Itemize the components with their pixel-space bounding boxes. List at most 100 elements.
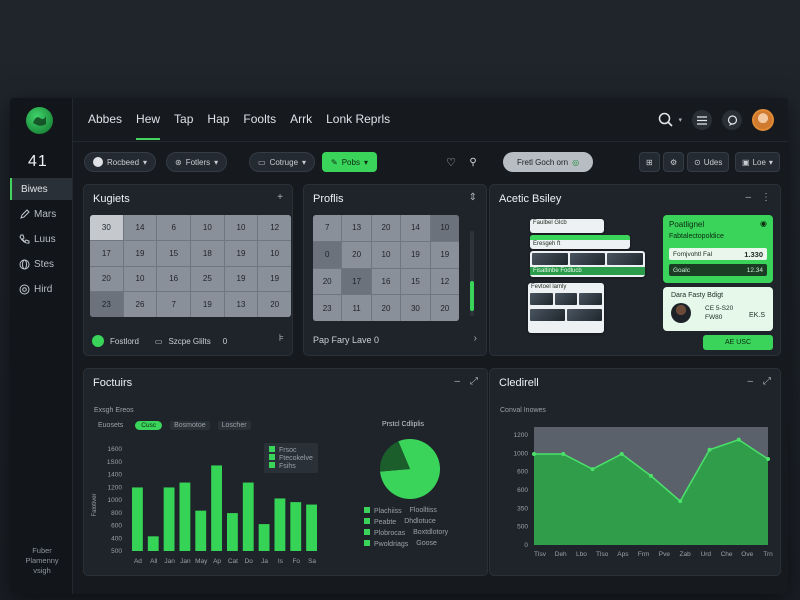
grid-cell[interactable]: 23 xyxy=(90,292,123,317)
profile-card[interactable]: Dara Fasty Bdigt CE 5-S20 FW80 EK.S xyxy=(663,287,773,331)
grid-cell[interactable]: 30 xyxy=(401,295,430,321)
grid-cell[interactable]: 19 xyxy=(401,241,430,268)
settings-icon[interactable]: ◉ xyxy=(760,219,767,228)
minimize-icon[interactable]: – xyxy=(745,192,751,203)
scrollbar[interactable] xyxy=(470,231,474,316)
grid-cell[interactable]: 10 xyxy=(430,215,459,241)
minimize-icon[interactable]: – xyxy=(747,376,753,387)
change-pill[interactable]: ▭ Cotruge ▾ xyxy=(249,152,316,172)
pobs-button[interactable]: ✎ Pobs ▾ xyxy=(322,152,377,172)
grid-cell[interactable]: 7 xyxy=(313,215,342,241)
expand-icon[interactable]: ⤢ xyxy=(763,376,771,387)
grid-cell[interactable]: 20 xyxy=(371,215,401,241)
mini-window[interactable]: Eresgeh ft xyxy=(530,235,630,249)
grid-cell[interactable]: 6 xyxy=(157,215,190,240)
grid-cell[interactable]: 15 xyxy=(157,240,190,266)
grid-cell[interactable]: 7 xyxy=(157,292,190,317)
grid-cell[interactable]: 13 xyxy=(224,292,258,317)
chat-button[interactable] xyxy=(722,110,742,130)
filter-chip[interactable]: Bosmotoe xyxy=(170,421,210,430)
list-button[interactable]: ⊙ Udes xyxy=(687,152,730,172)
expand-icon[interactable]: ⊧ xyxy=(279,333,284,344)
nav-link-lonk-reprls[interactable]: Lonk Reprls xyxy=(326,112,390,126)
grid-cell[interactable]: 10 xyxy=(123,266,157,292)
grid-cell[interactable]: 20 xyxy=(258,292,291,317)
search-pill[interactable]: Fretl Goch orn ◎ xyxy=(503,152,593,172)
grid-cell[interactable]: 10 xyxy=(258,240,291,266)
grid-cell[interactable]: 12 xyxy=(258,215,291,240)
grid-cell[interactable]: 20 xyxy=(371,295,401,321)
sidebar-item-mars[interactable]: Mars xyxy=(10,203,73,225)
grid-cell[interactable]: 10 xyxy=(224,215,258,240)
add-button[interactable]: AE USC xyxy=(703,335,773,350)
filter-chip[interactable]: Loscher xyxy=(217,421,251,430)
filter-chip[interactable]: Euosets xyxy=(94,421,127,430)
grid-cell[interactable]: 17 xyxy=(342,268,371,295)
filter-pill[interactable]: ⊛ Fotlers ▾ xyxy=(166,152,228,172)
scrollbar-thumb[interactable] xyxy=(470,281,474,311)
grid-cell[interactable]: 19 xyxy=(224,266,258,292)
sidebar-item-hird[interactable]: Hird xyxy=(10,278,73,300)
user-button[interactable]: ⚲ xyxy=(463,152,483,172)
nav-link-tap[interactable]: Tap xyxy=(174,112,193,126)
grid-cell[interactable]: 19 xyxy=(191,292,224,317)
grid-cell[interactable]: 20 xyxy=(430,295,459,321)
grid-cell[interactable]: 14 xyxy=(401,215,430,241)
nav-link-foolts[interactable]: Foolts xyxy=(243,112,276,126)
avatar[interactable] xyxy=(752,109,774,131)
add-icon[interactable]: + xyxy=(277,192,283,203)
view-button[interactable]: ▣ Loe ▾ xyxy=(735,152,780,172)
grid-cell[interactable]: 19 xyxy=(224,240,258,266)
grid-cell[interactable]: 16 xyxy=(371,268,401,295)
sort-icon[interactable]: ⇕ xyxy=(469,192,477,203)
grid-cell[interactable]: 14 xyxy=(123,215,157,240)
grid-cell[interactable]: 13 xyxy=(342,215,371,241)
grid-cell[interactable]: 0 xyxy=(313,241,342,268)
grid-button[interactable]: ⊞ xyxy=(639,152,660,172)
sidebar-item-biwes[interactable]: Biwes xyxy=(10,178,72,200)
chevron-down-icon[interactable]: ▾ xyxy=(678,116,682,124)
grid-cell[interactable]: 17 xyxy=(90,240,123,266)
sidebar-item-luus[interactable]: Luus xyxy=(10,228,73,250)
search-button[interactable] xyxy=(656,110,676,130)
grid-cell[interactable]: 10 xyxy=(191,215,224,240)
grid-cell[interactable]: 10 xyxy=(371,241,401,268)
settings-button[interactable]: ⚙ xyxy=(663,152,685,172)
grid-cell[interactable]: 19 xyxy=(123,240,157,266)
user-pill[interactable]: Rocbeed ▾ xyxy=(84,152,157,172)
chevron-right-icon[interactable]: › xyxy=(474,333,477,344)
grid-cell[interactable]: 19 xyxy=(258,266,291,292)
mini-window[interactable]: Fevtoel lamly xyxy=(528,283,604,333)
toggle-icon[interactable] xyxy=(92,335,104,347)
more-icon[interactable]: ⋮ xyxy=(761,192,771,203)
bar xyxy=(179,482,191,551)
grid-cell[interactable]: 20 xyxy=(90,266,123,292)
kugiets-scope-label: Szcpe Glilts xyxy=(168,336,211,346)
grid-cell[interactable]: 30 xyxy=(90,215,123,240)
grid-cell[interactable]: 12 xyxy=(430,268,459,295)
filter-chip-active[interactable]: Cusc xyxy=(135,421,163,430)
sidebar-item-stes[interactable]: Stes xyxy=(10,253,73,275)
grid-cell[interactable]: 25 xyxy=(191,266,224,292)
grid-cell[interactable]: 19 xyxy=(430,241,459,268)
grid-cell[interactable]: 15 xyxy=(401,268,430,295)
grid-cell[interactable]: 26 xyxy=(123,292,157,317)
nav-link-hap[interactable]: Hap xyxy=(207,112,229,126)
heart-button[interactable]: ♡ xyxy=(441,152,461,172)
minimize-icon[interactable]: – xyxy=(454,376,460,387)
mini-window[interactable]: Fisaltinbe Fodlucb xyxy=(530,251,645,277)
grid-cell[interactable]: 20 xyxy=(342,241,371,268)
nav-link-arrk[interactable]: Arrk xyxy=(290,112,312,126)
grid-cell[interactable]: 18 xyxy=(191,240,224,266)
logo-icon[interactable] xyxy=(26,107,53,134)
nav-link-hew[interactable]: Hew xyxy=(136,112,161,140)
grid-cell[interactable]: 11 xyxy=(342,295,371,321)
menu-button[interactable] xyxy=(692,110,712,130)
expand-icon[interactable]: ⤢ xyxy=(470,376,478,387)
nav-link-abbes[interactable]: Abbes xyxy=(88,112,122,126)
grid-cell[interactable]: 16 xyxy=(157,266,190,292)
grid-cell[interactable]: 20 xyxy=(313,268,342,295)
mini-window[interactable]: Faulbel Glcb xyxy=(530,219,604,233)
grid-cell[interactable]: 23 xyxy=(313,295,342,321)
feature-card[interactable]: Poatlignel ◉ Fabtalectopoldice Fomjvohtl… xyxy=(663,215,773,283)
